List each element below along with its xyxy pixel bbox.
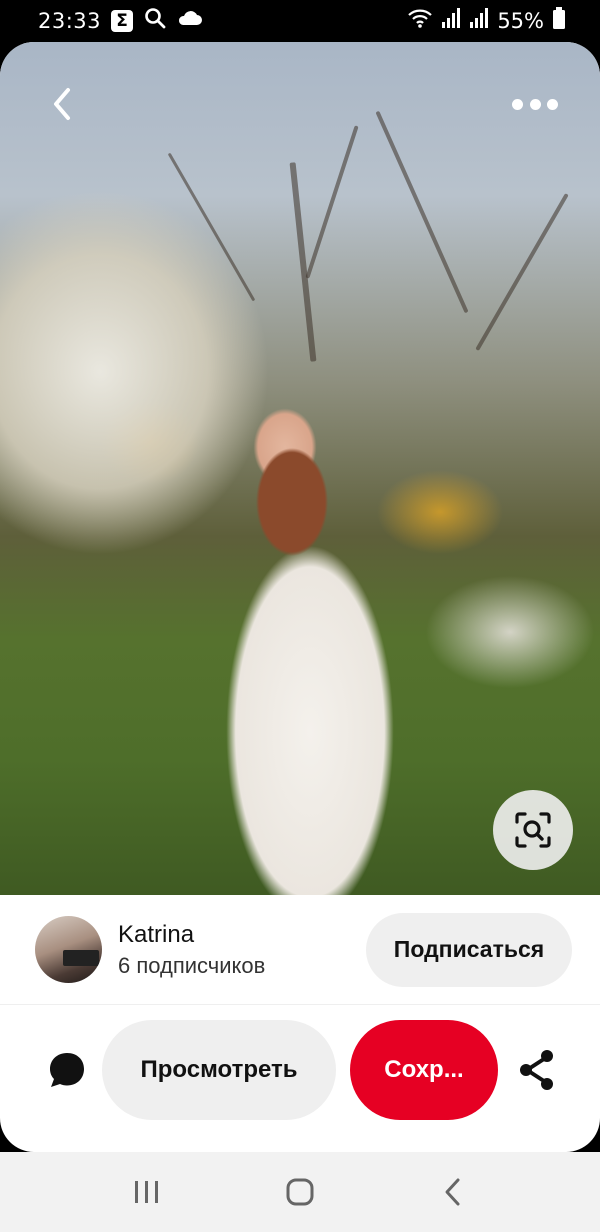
share-button[interactable] [517, 1048, 557, 1092]
creator-row: Katrina 6 подписчиков Подписаться [0, 895, 600, 1005]
sigma-icon: Σ [111, 10, 134, 32]
cloud-icon [177, 8, 203, 34]
share-icon [520, 1050, 553, 1090]
navigation-bar [0, 1152, 600, 1232]
system-back-button[interactable] [423, 1162, 483, 1222]
battery-icon [552, 7, 566, 35]
home-button[interactable] [270, 1162, 330, 1222]
back-button[interactable] [42, 82, 82, 126]
search-icon [143, 6, 167, 36]
more-options-button[interactable] [512, 92, 558, 116]
signal-icon [441, 7, 461, 35]
creator-name[interactable]: Katrina [118, 921, 265, 949]
pin-card: Katrina 6 подписчиков Подписаться Просмо… [0, 42, 600, 1152]
recent-apps-icon [134, 1181, 158, 1203]
comment-icon [50, 1053, 84, 1087]
visual-search-icon [515, 812, 551, 848]
recent-apps-button[interactable] [117, 1162, 177, 1222]
chevron-left-icon [54, 88, 70, 120]
status-bar: 23:33 Σ 55% [0, 0, 600, 42]
view-button[interactable]: Просмотреть [102, 1020, 336, 1120]
back-icon [445, 1178, 460, 1206]
follow-button[interactable]: Подписаться [366, 912, 572, 987]
comment-button[interactable] [45, 1048, 89, 1092]
action-row: Просмотреть Сохр... [0, 1017, 600, 1123]
pin-image[interactable] [0, 42, 600, 895]
more-dots-icon [512, 98, 523, 110]
status-time: 23:33 [38, 9, 102, 33]
home-icon [286, 1178, 314, 1206]
visual-search-button[interactable] [493, 790, 573, 870]
avatar[interactable] [35, 916, 102, 983]
follower-count: 6 подписчиков [118, 952, 266, 978]
battery-percent: 55% [497, 9, 544, 33]
wifi-icon [407, 7, 433, 35]
save-button[interactable]: Сохр... [350, 1020, 498, 1120]
creator-info[interactable]: Katrina 6 подписчиков [118, 921, 265, 979]
signal-icon [469, 7, 489, 35]
